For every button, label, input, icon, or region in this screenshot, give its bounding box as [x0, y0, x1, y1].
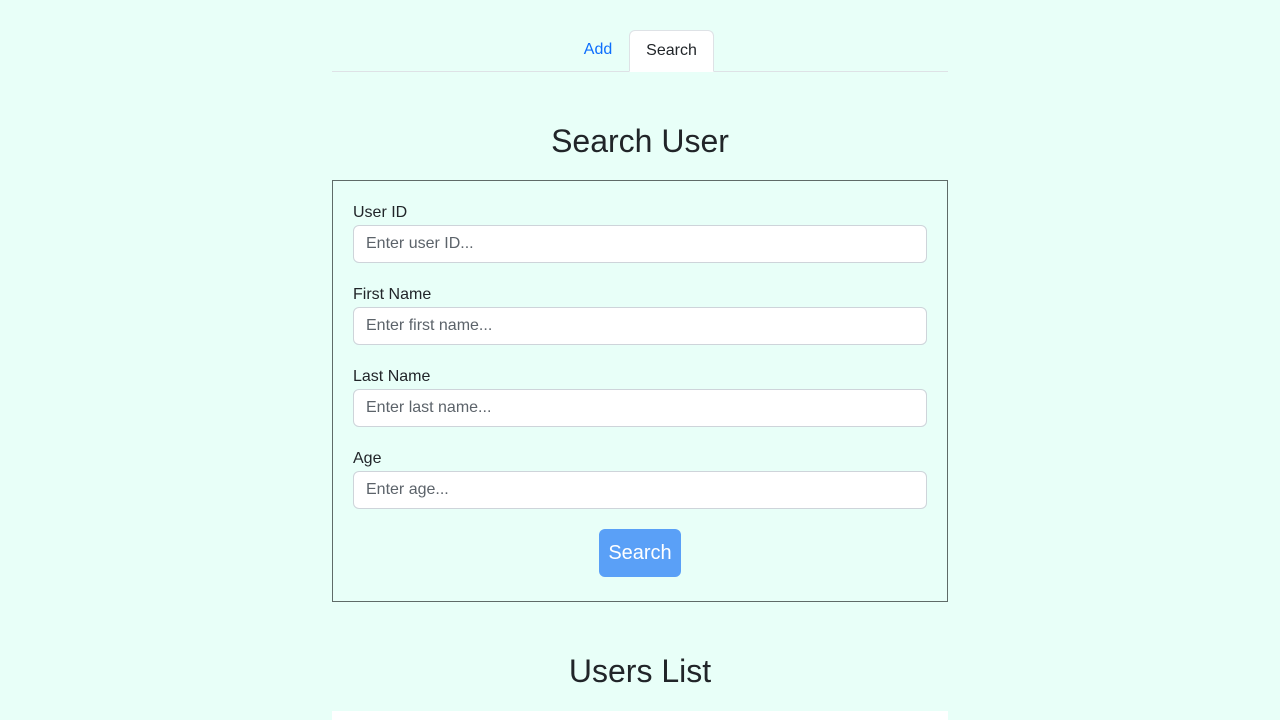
- last-name-group: Last Name: [353, 367, 927, 427]
- last-name-input[interactable]: [353, 389, 927, 427]
- first-name-input[interactable]: [353, 307, 927, 345]
- page-title: Search User: [551, 123, 729, 159]
- search-button[interactable]: Search: [599, 529, 681, 577]
- user-id-label: User ID: [353, 204, 408, 221]
- last-name-label: Last Name: [353, 368, 431, 385]
- user-id-group: User ID: [353, 203, 927, 263]
- nav-tabs: Add Search: [332, 30, 948, 72]
- age-label: Age: [353, 450, 382, 467]
- first-name-label: First Name: [353, 286, 432, 303]
- tab-search[interactable]: Search: [629, 30, 714, 72]
- users-list-title: Users List: [568, 653, 712, 689]
- first-name-group: First Name: [353, 285, 927, 345]
- tab-add[interactable]: Add: [568, 30, 628, 72]
- search-form: User ID First Name Last Name Age Search: [332, 180, 948, 602]
- user-id-input[interactable]: [353, 225, 927, 263]
- age-input[interactable]: [353, 471, 927, 509]
- age-group: Age: [353, 449, 927, 509]
- users-table: [332, 711, 948, 720]
